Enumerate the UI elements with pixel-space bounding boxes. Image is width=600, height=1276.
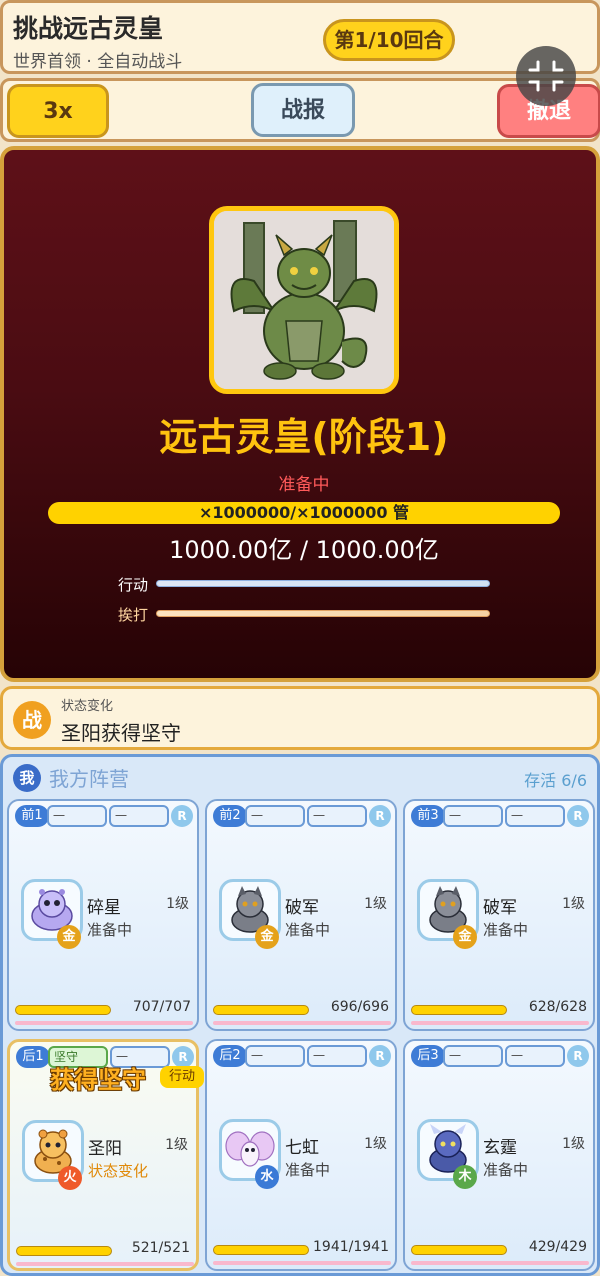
- boss-hp-bar: ×1000000/×1000000 管: [48, 502, 560, 524]
- unit-status: 准备中: [483, 1161, 529, 1179]
- buff-slot: 一: [47, 805, 107, 827]
- status-change-label: 状态变化: [61, 699, 114, 714]
- element-metal-icon: 金: [255, 925, 279, 949]
- position-badge: 前3: [411, 805, 445, 827]
- buff-slot: 一: [443, 1045, 503, 1067]
- element-water-icon: 水: [255, 1165, 279, 1189]
- collapse-icon[interactable]: [516, 46, 576, 106]
- boss-hp-text: 1000.00亿 / 1000.00亿: [169, 536, 439, 564]
- unit-level: 1级: [562, 1136, 585, 1152]
- unit-hp-bar: [15, 1005, 111, 1015]
- boss-name: 远古灵皇(阶段1): [159, 415, 449, 459]
- unit-hp-text: 628/628: [528, 999, 587, 1015]
- unit-action-bar: [411, 1261, 589, 1265]
- unit-hp-text: 1941/1941: [313, 1239, 389, 1255]
- team-section: 我 我方阵营 存活 6/6 前1 一 一 R 金 碎星 1级 准备中 707/7…: [0, 754, 600, 1276]
- buff-slot: 一: [505, 805, 565, 827]
- team-title: 我方阵营: [49, 767, 129, 791]
- status-change-text: 圣阳获得坚守: [61, 721, 181, 745]
- unit-name: 圣阳: [88, 1139, 122, 1159]
- unit-hp-bar: [16, 1246, 112, 1256]
- hit-meter-label: 挨打: [118, 606, 149, 624]
- unit-level: 1级: [364, 1136, 387, 1152]
- unit-name: 碎星: [87, 898, 121, 918]
- action-tag: 行动: [160, 1066, 204, 1088]
- action-meter-bar: [156, 580, 490, 587]
- page-subtitle: 世界首领 · 全自动战斗: [13, 52, 183, 72]
- unit-hp-bar: [411, 1005, 507, 1015]
- action-meter-label: 行动: [118, 576, 149, 594]
- position-badge: 后1: [16, 1046, 50, 1068]
- element-fire-icon: 火: [58, 1166, 82, 1190]
- unit-action-bar: [213, 1261, 391, 1265]
- unit-hp-bar: [213, 1005, 309, 1015]
- rarity-badge: R: [567, 1045, 589, 1067]
- unit-status: 准备中: [285, 921, 331, 939]
- unit-action-bar: [411, 1021, 589, 1025]
- status-change-panel: 战 状态变化 圣阳获得坚守: [0, 686, 600, 750]
- unit-level: 1级: [562, 896, 585, 912]
- unit-name: 七虹: [285, 1138, 319, 1158]
- round-badge: 第1/10回合: [323, 19, 455, 61]
- unit-card[interactable]: 后3 一 一 R 木 玄霆 1级 准备中 429/429: [403, 1039, 595, 1271]
- unit-status: 准备中: [285, 1161, 331, 1179]
- unit-action-bar: [213, 1021, 391, 1025]
- unit-status: 准备中: [87, 921, 133, 939]
- unit-card[interactable]: 前2 一 一 R 金 破军 1级 准备中 696/696: [205, 799, 397, 1031]
- unit-action-bar: [15, 1021, 193, 1025]
- buff-slot: 一: [443, 805, 503, 827]
- unit-status: 准备中: [483, 921, 529, 939]
- rarity-badge: R: [171, 805, 193, 827]
- rarity-badge: R: [369, 805, 391, 827]
- speed-button[interactable]: 3x: [7, 84, 109, 138]
- boss-status: 准备中: [278, 475, 330, 495]
- unit-card-active[interactable]: 后1 坚守 一 R 获得坚守 行动 火 圣阳 1级 状态变化 521/521: [7, 1039, 204, 1271]
- buff-slot: 一: [307, 1045, 367, 1067]
- element-metal-icon: 金: [453, 925, 477, 949]
- position-badge: 前2: [213, 805, 247, 827]
- unit-hp-text: 429/429: [528, 1239, 587, 1255]
- buff-slot: 一: [245, 1045, 305, 1067]
- unit-hp-text: 521/521: [131, 1240, 190, 1256]
- hit-meter-bar: [156, 610, 490, 617]
- unit-level: 1级: [166, 896, 189, 912]
- unit-card[interactable]: 后2 一 一 R 水 七虹 1级 准备中 1941/1941: [205, 1039, 397, 1271]
- unit-card[interactable]: 前1 一 一 R 金 碎星 1级 准备中 707/707: [7, 799, 199, 1031]
- position-badge: 前1: [15, 805, 49, 827]
- team-icon: 我: [13, 764, 41, 792]
- unit-card[interactable]: 前3 一 一 R 金 破军 1级 准备中 628/628: [403, 799, 595, 1031]
- buff-gain-text: 获得坚守: [50, 1066, 146, 1094]
- buff-slot: 一: [109, 805, 169, 827]
- page-header: 挑战远古灵皇 世界首领 · 全自动战斗 第1/10回合: [0, 0, 600, 74]
- team-header: 我 我方阵营 存活 6/6: [3, 757, 597, 797]
- buff-slot: 一: [307, 805, 367, 827]
- unit-hp-bar: [213, 1245, 309, 1255]
- unit-status: 状态变化: [88, 1162, 149, 1180]
- unit-level: 1级: [165, 1137, 188, 1153]
- page-title: 挑战远古灵皇: [13, 14, 164, 43]
- element-metal-icon: 金: [57, 925, 81, 949]
- unit-name: 玄霆: [483, 1138, 517, 1158]
- rarity-badge: R: [567, 805, 589, 827]
- unit-hp-text: 707/707: [132, 999, 191, 1015]
- rarity-badge: R: [172, 1046, 194, 1068]
- boss-panel: 远古灵皇(阶段1) 准备中 ×1000000/×1000000 管 1000.0…: [0, 146, 600, 682]
- unit-level: 1级: [364, 896, 387, 912]
- toolbar: 3x 战报 撤退: [0, 78, 600, 142]
- unit-name: 破军: [285, 898, 319, 918]
- battle-report-button[interactable]: 战报: [251, 83, 355, 137]
- battle-icon: 战: [13, 701, 51, 739]
- unit-hp-text: 696/696: [330, 999, 389, 1015]
- unit-hp-bar: [411, 1245, 507, 1255]
- buff-slot: 一: [245, 805, 305, 827]
- element-wood-icon: 木: [453, 1165, 477, 1189]
- unit-action-bar: [16, 1262, 194, 1266]
- buff-slot: 一: [505, 1045, 565, 1067]
- position-badge: 后3: [411, 1045, 445, 1067]
- rarity-badge: R: [369, 1045, 391, 1067]
- team-alive-count: 存活 6/6: [524, 771, 587, 790]
- boss-portrait: [209, 206, 399, 394]
- unit-name: 破军: [483, 898, 517, 918]
- position-badge: 后2: [213, 1045, 247, 1067]
